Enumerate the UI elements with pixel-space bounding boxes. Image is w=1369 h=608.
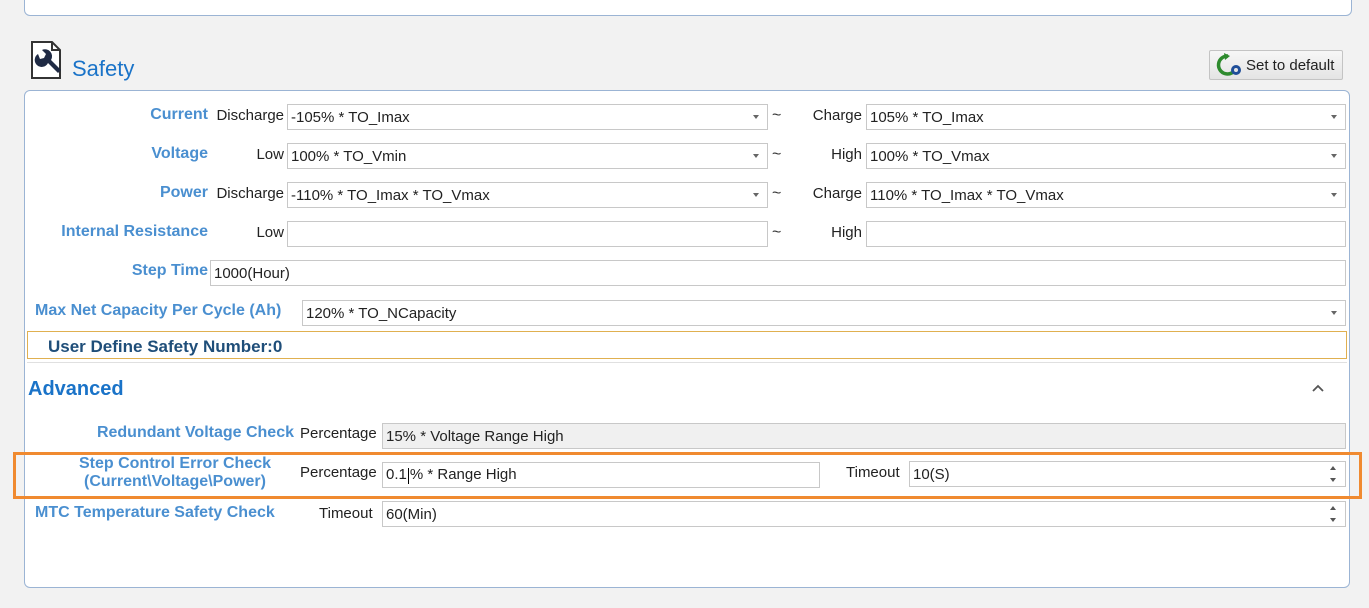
- redundant-voltage-label: Redundant Voltage Check: [96, 424, 294, 441]
- range-separator: ~: [772, 185, 782, 202]
- voltage-high-select[interactable]: 100% * TO_Vmax: [866, 143, 1346, 169]
- chevron-up-icon[interactable]: [1311, 381, 1325, 395]
- step-time-label: Step Time: [131, 262, 208, 279]
- range-separator: ~: [772, 107, 782, 124]
- voltage-high-value: 100% * TO_Vmax: [870, 147, 990, 165]
- resistance-low-label: Low: [256, 224, 284, 241]
- step-time-input[interactable]: 1000(Hour): [210, 260, 1346, 286]
- current-charge-value: 105% * TO_Imax: [870, 108, 984, 126]
- max-net-capacity-value: 120% * TO_NCapacity: [306, 304, 457, 322]
- dropdown-arrow-icon[interactable]: [753, 154, 759, 158]
- mtc-timeout-value: 60(Min): [386, 505, 437, 523]
- voltage-label: Voltage: [151, 145, 208, 162]
- mtc-timeout-spinner[interactable]: 60(Min): [382, 501, 1346, 527]
- mtc-timeout-label: Timeout: [319, 505, 373, 522]
- dropdown-arrow-icon[interactable]: [753, 115, 759, 119]
- step-time-value: 1000(Hour): [214, 264, 290, 282]
- power-charge-value: 110% * TO_Imax * TO_Vmax: [870, 186, 1064, 204]
- resistance-high-input[interactable]: [866, 221, 1346, 247]
- top-panel: [24, 0, 1352, 16]
- resistance-high-label: High: [831, 224, 862, 241]
- power-discharge-value: -110% * TO_Imax * TO_Vmax: [291, 186, 490, 204]
- max-net-capacity-select[interactable]: 120% * TO_NCapacity: [302, 300, 1346, 326]
- max-net-capacity-label: Max Net Capacity Per Cycle (Ah): [35, 302, 282, 319]
- dropdown-arrow-icon[interactable]: [1331, 311, 1337, 315]
- current-discharge-label: Discharge: [216, 107, 284, 124]
- section-title: Safety: [72, 56, 135, 81]
- power-label: Power: [159, 184, 208, 201]
- resistance-low-input[interactable]: [287, 221, 768, 247]
- wrench-document-icon: [31, 41, 61, 79]
- power-charge-label: Charge: [812, 185, 862, 202]
- power-charge-select[interactable]: 110% * TO_Imax * TO_Vmax: [866, 182, 1346, 208]
- current-discharge-select[interactable]: -105% * TO_Imax: [287, 104, 768, 130]
- spin-down-icon[interactable]: [1330, 518, 1336, 522]
- power-discharge-select[interactable]: -110% * TO_Imax * TO_Vmax: [287, 182, 768, 208]
- voltage-low-select[interactable]: 100% * TO_Vmin: [287, 143, 768, 169]
- voltage-low-label: Low: [256, 146, 284, 163]
- dropdown-arrow-icon[interactable]: [1331, 193, 1337, 197]
- voltage-low-value: 100% * TO_Vmin: [291, 147, 407, 165]
- current-charge-label: Charge: [812, 107, 862, 124]
- dropdown-arrow-icon[interactable]: [753, 193, 759, 197]
- redundant-percentage-label: Percentage: [300, 425, 377, 442]
- user-define-safety-label: User Define Safety Number:0: [48, 337, 283, 356]
- spin-buttons[interactable]: [1327, 503, 1339, 525]
- dropdown-arrow-icon[interactable]: [1331, 115, 1337, 119]
- mtc-temperature-label: MTC Temperature Safety Check: [35, 504, 275, 521]
- internal-resistance-label: Internal Resistance: [61, 223, 208, 240]
- user-define-safety-box[interactable]: User Define Safety Number:0: [27, 331, 1347, 359]
- advanced-title: Advanced: [28, 378, 124, 400]
- redundant-voltage-field: 15% * Voltage Range High: [382, 423, 1346, 449]
- spin-up-icon[interactable]: [1330, 506, 1336, 510]
- refresh-gear-icon: [1216, 53, 1241, 76]
- redundant-voltage-value: 15% * Voltage Range High: [386, 427, 564, 445]
- current-label: Current: [150, 106, 208, 123]
- current-charge-select[interactable]: 105% * TO_Imax: [866, 104, 1346, 130]
- range-separator: ~: [772, 146, 782, 163]
- set-to-default-label: Set to default: [1246, 56, 1335, 74]
- power-discharge-label: Discharge: [216, 185, 284, 202]
- voltage-high-label: High: [831, 146, 862, 163]
- divider: [27, 362, 1347, 363]
- dropdown-arrow-icon[interactable]: [1331, 154, 1337, 158]
- range-separator: ~: [772, 224, 782, 241]
- highlight-box: [13, 452, 1362, 499]
- current-discharge-value: -105% * TO_Imax: [291, 108, 410, 126]
- set-to-default-button[interactable]: Set to default: [1209, 50, 1343, 80]
